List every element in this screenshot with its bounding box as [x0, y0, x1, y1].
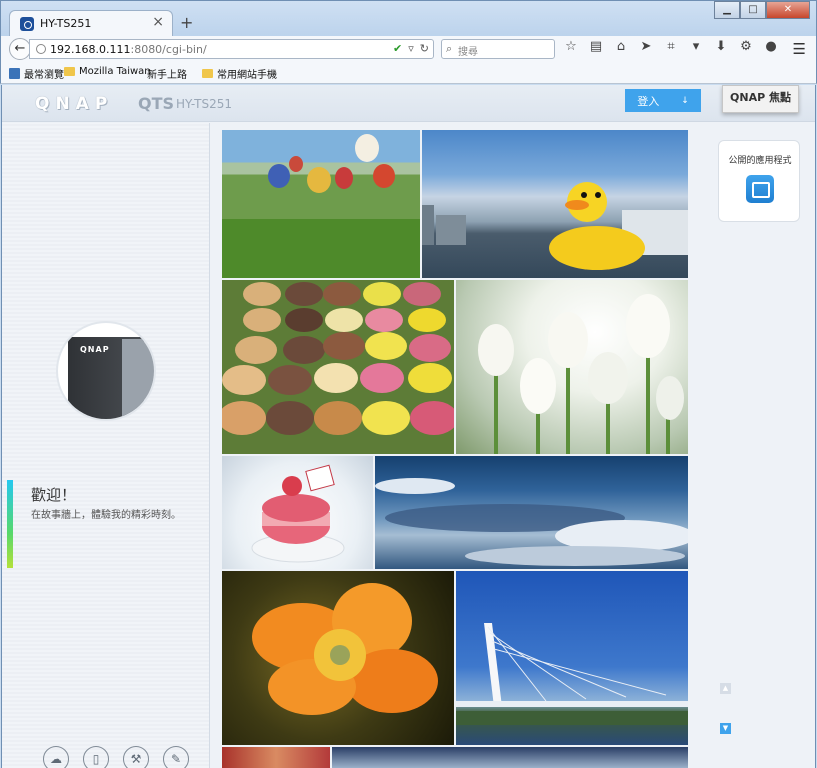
cake-graphic: [251, 464, 345, 563]
accent-bar: [7, 480, 13, 568]
maximize-button[interactable]: □: [740, 1, 766, 19]
bookmarks-bar: 最常瀏覽 Mozilla Taiwan 新手上路 常用網站 手機: [0, 62, 817, 162]
chevron-down-icon: ↓: [681, 95, 689, 106]
bookmark-label: 手機: [257, 70, 277, 81]
globe-icon: [36, 44, 46, 54]
browser-tab[interactable]: HY-TS251 ×: [9, 10, 173, 37]
welcome-title: 歡迎！: [31, 486, 77, 504]
public-apps-title: 公開的應用程式: [728, 156, 792, 166]
bookmark-label: Mozilla Taiwan: [79, 66, 151, 77]
folder-icon: [202, 69, 213, 78]
bookmark-most-visited[interactable]: 最常瀏覽: [9, 66, 64, 81]
qnap-logo: QNAP: [35, 94, 114, 114]
left-panel: QNAP 歡迎！ 在故事牆上，體驗我的精彩時刻。 ☁ ▯ ⚒ ✎: [2, 123, 210, 768]
story-wall-gallery: [212, 123, 702, 768]
nas-model: HY-TS251: [176, 97, 233, 111]
tab-title: HY-TS251: [40, 17, 92, 30]
search-placeholder: 搜尋: [458, 47, 478, 58]
dropdown-icon[interactable]: ▿: [408, 42, 414, 55]
scroll-up-button[interactable]: ▲: [720, 683, 731, 694]
star-icon[interactable]: ☆: [563, 39, 579, 54]
photo-macaron-cake[interactable]: [222, 456, 373, 569]
photo-orange-poppy[interactable]: [222, 571, 454, 745]
mobile-icon[interactable]: ▯: [83, 746, 109, 768]
welcome-subtitle: 在故事牆上，體驗我的精彩時刻。: [31, 510, 181, 521]
check-icon: ✔: [393, 42, 403, 55]
new-tab-button[interactable]: +: [180, 13, 193, 32]
tab-close-icon[interactable]: ×: [152, 14, 164, 30]
photo-partial-1[interactable]: [222, 747, 330, 768]
gear-icon[interactable]: ⚙: [738, 39, 754, 54]
bookmarks-icon: [9, 68, 20, 79]
photo-macarons[interactable]: [222, 280, 454, 454]
download-icon[interactable]: ⬇: [713, 39, 729, 54]
search-input[interactable]: ⌕ 搜尋: [441, 39, 555, 59]
scroll-down-button[interactable]: ▼: [720, 723, 731, 734]
home-icon[interactable]: ⌂: [613, 39, 629, 54]
photo-hot-air-balloons[interactable]: [222, 130, 420, 278]
login-button[interactable]: 登入 ↓: [625, 89, 701, 112]
photo-partial-2[interactable]: [332, 747, 688, 768]
chat-icon[interactable]: ●: [763, 39, 779, 54]
cloud-icon[interactable]: ☁: [43, 746, 69, 768]
send-icon[interactable]: ➤: [638, 39, 654, 54]
chevron-down-icon[interactable]: ▾: [688, 39, 704, 54]
photo-rubber-duck[interactable]: [422, 130, 688, 278]
bookmark-label: 常用網站: [217, 70, 257, 81]
photo-white-tulips[interactable]: [456, 280, 688, 454]
product-name: QTS: [138, 94, 175, 113]
photo-cable-bridge[interactable]: [456, 571, 688, 745]
reading-list-icon[interactable]: ▤: [588, 39, 604, 54]
bookmark-common-sites[interactable]: 常用網站: [202, 66, 257, 81]
bookmark-mozilla-taiwan[interactable]: Mozilla Taiwan: [64, 66, 151, 77]
right-panel: 公開的應用程式 ▲ ▼: [702, 123, 815, 768]
bookmark-label: 最常瀏覽: [24, 70, 64, 81]
nas-device-image: QNAP: [56, 321, 156, 421]
browser-titlebar: HY-TS251 × + ▁ □ ✕: [0, 0, 817, 37]
qnap-favicon-icon: [20, 17, 34, 31]
search-icon: ⌕: [446, 42, 453, 55]
reload-icon[interactable]: ↻: [420, 42, 429, 55]
navigation-toolbar: ← 192.168.0.111:8080/cgi-bin/ ✔ ▿ ↻ ⌕ 搜尋…: [0, 36, 817, 62]
photo-station-icon[interactable]: [746, 175, 774, 203]
crop-icon[interactable]: ⌗: [663, 39, 679, 54]
bookmark-mobile[interactable]: 手機: [257, 66, 277, 162]
url-text: 192.168.0.111:8080/cgi-bin/: [50, 43, 207, 56]
public-apps-card[interactable]: 公開的應用程式: [718, 140, 800, 222]
bridge-graphic: [456, 623, 688, 725]
minimize-button[interactable]: ▁: [714, 1, 740, 19]
bookmark-label: 新手上路: [147, 70, 187, 81]
bookmark-getting-started[interactable]: 新手上路: [147, 66, 187, 162]
page-header: QNAP QTS HY-TS251 登入 ↓ QNAP 焦點: [2, 85, 815, 122]
back-button[interactable]: ←: [9, 38, 31, 60]
login-label: 登入: [637, 94, 660, 108]
tulips-graphic: [478, 294, 684, 454]
macarons-graphic: [222, 282, 454, 435]
window-controls: ▁ □ ✕: [714, 1, 810, 19]
close-window-button[interactable]: ✕: [766, 1, 810, 19]
url-actions: ✔ ▿ ↻: [393, 42, 429, 55]
poppy-graphic: [252, 583, 438, 715]
bottom-icon-row: ☁ ▯ ⚒ ✎: [43, 746, 189, 768]
hammer-icon[interactable]: ⚒: [123, 746, 149, 768]
photo-cloudy-sky[interactable]: [375, 456, 688, 569]
nas-side: [122, 339, 154, 417]
browser-toolbar-icons: ☆ ▤ ⌂ ➤ ⌗ ▾ ⬇ ⚙ ●: [563, 39, 779, 54]
address-bar[interactable]: 192.168.0.111:8080/cgi-bin/ ✔ ▿ ↻: [29, 39, 434, 59]
device-logo: QNAP: [80, 345, 110, 354]
menu-icon[interactable]: ☰: [793, 40, 806, 58]
folder-icon: [64, 67, 75, 76]
url-path: :8080/cgi-bin/: [130, 43, 207, 56]
url-host: 192.168.0.111: [50, 43, 131, 56]
qts-login-page: QNAP QTS HY-TS251 登入 ↓ QNAP 焦點 QNAP 歡迎！ …: [1, 85, 816, 768]
qnap-spotlight-button[interactable]: QNAP 焦點: [722, 85, 799, 113]
clouds-graphic: [375, 478, 688, 566]
balloons-graphic: [268, 134, 395, 193]
duck-graphic: [422, 182, 688, 270]
pencil-icon[interactable]: ✎: [163, 746, 189, 768]
